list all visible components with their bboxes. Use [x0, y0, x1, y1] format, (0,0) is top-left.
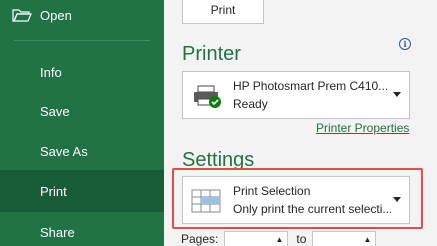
nav-divider [14, 40, 150, 41]
chevron-down-icon [393, 92, 401, 97]
pages-to-input[interactable]: ▲ [312, 231, 377, 246]
nav-save-as-label: Save As [40, 143, 88, 159]
printer-status: Ready [233, 97, 268, 111]
pages-label: Pages: [181, 232, 219, 246]
print-button-label: Print [210, 3, 236, 17]
nav-save[interactable]: Save [0, 94, 164, 128]
nav-open-label: Open [40, 7, 72, 23]
folder-open-icon [12, 9, 32, 22]
printer-name: HP Photosmart Prem C410... [233, 79, 389, 93]
nav-share-label: Share [40, 224, 75, 240]
nav-print-label: Print [40, 183, 67, 199]
printer-heading: Printer [182, 43, 241, 65]
printer-dropdown[interactable]: HP Photosmart Prem C410... Ready [182, 71, 410, 119]
print-pane: Print Printer i HP Photosmart Prem C410.… [164, 0, 437, 246]
nav-info[interactable]: Info [0, 55, 164, 89]
nav-info-label: Info [40, 64, 62, 80]
print-what-dropdown[interactable]: Print Selection Only print the current s… [182, 176, 410, 224]
printer-ready-icon [194, 85, 221, 108]
nav-save-label: Save [40, 103, 70, 119]
print-button[interactable]: Print [182, 0, 264, 24]
nav-save-as[interactable]: Save As [0, 134, 164, 168]
print-what-description: Only print the current selecti... [233, 202, 391, 216]
print-selection-icon [191, 189, 221, 213]
printer-properties-link[interactable]: Printer Properties [316, 121, 409, 135]
pages-from-input[interactable]: ▲ [224, 231, 289, 246]
info-icon[interactable]: i [399, 38, 411, 50]
print-what-title: Print Selection [233, 184, 311, 198]
pages-row: Pages: ▲ to ▲ [181, 230, 384, 246]
chevron-down-icon [393, 197, 401, 202]
nav-open[interactable]: Open [0, 0, 164, 30]
pages-to-label: to [296, 232, 307, 246]
nav-share[interactable]: Share [0, 215, 164, 246]
spin-arrows-icon[interactable]: ▲ [275, 235, 283, 244]
nav-print[interactable]: Print [0, 170, 164, 212]
spin-arrows-icon[interactable]: ▲ [363, 235, 371, 244]
backstage-nav: Open Info Save Save As Print Share [0, 0, 164, 246]
